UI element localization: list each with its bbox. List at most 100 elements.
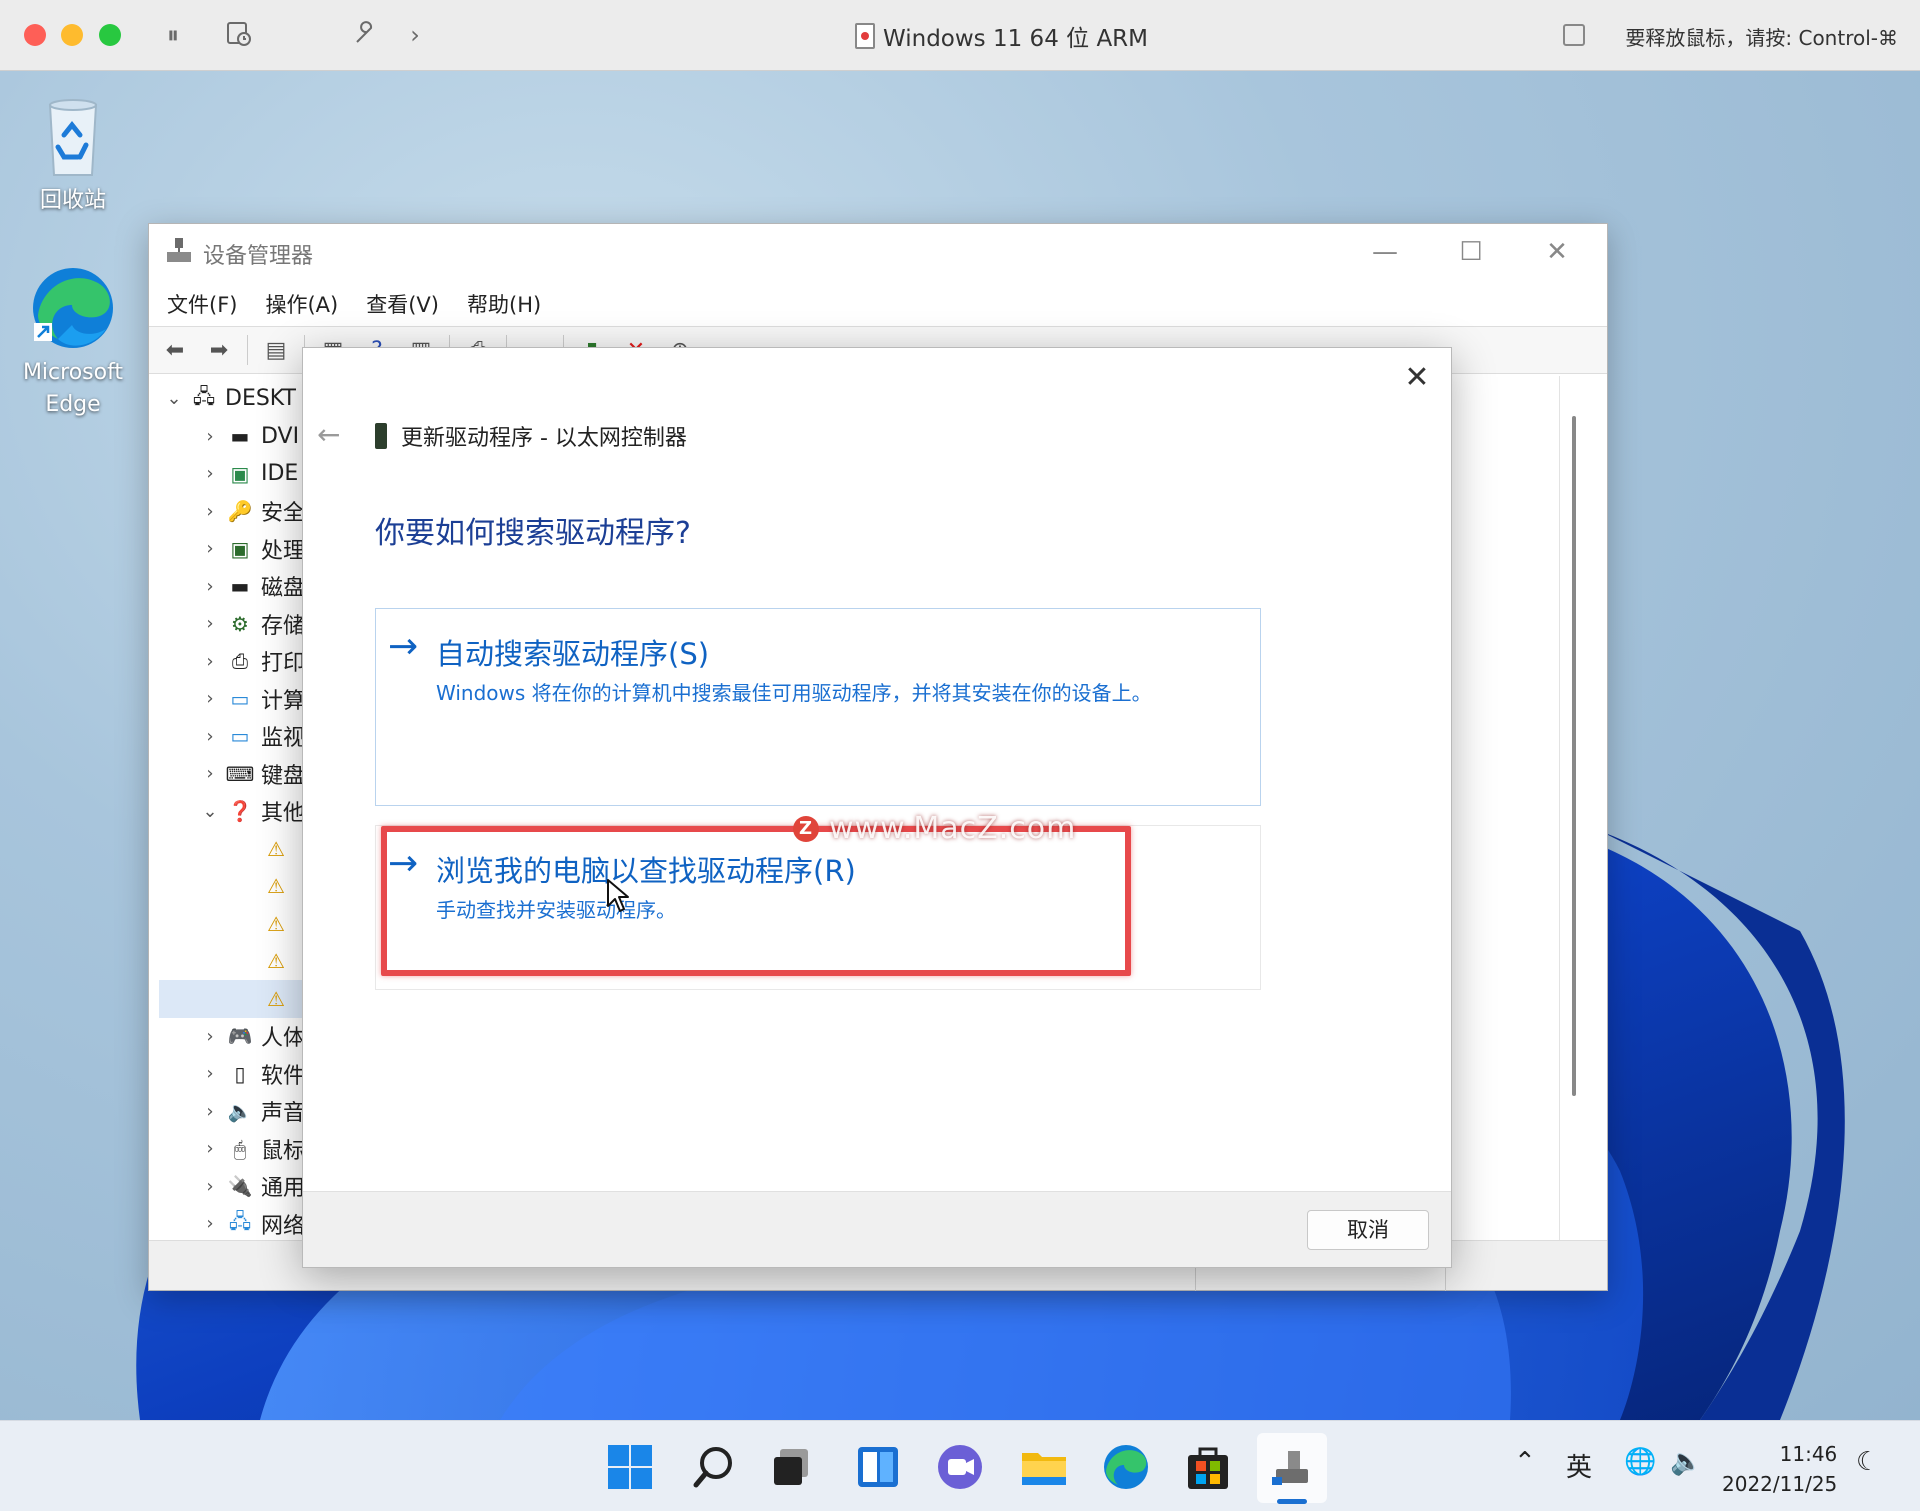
search-icon[interactable] xyxy=(688,1441,740,1493)
tree-label: 其他 xyxy=(261,801,306,827)
show-hidden-icons-chevron-up-icon[interactable]: ⌃ xyxy=(1514,1447,1536,1477)
zoom-window-button[interactable] xyxy=(99,24,121,46)
highlight-box xyxy=(381,826,1131,976)
snapshot-icon[interactable] xyxy=(224,20,254,50)
tree-label: 安全 xyxy=(261,501,306,527)
vertical-scrollbar[interactable] xyxy=(1559,376,1587,1240)
properties-icon[interactable]: ▤ xyxy=(260,335,292,365)
clock-date: 2022/11/25 xyxy=(1722,1472,1838,1496)
warning-device-icon: ⚠ xyxy=(267,911,285,936)
dialog-header-text: 更新驱动程序 - 以太网控制器 xyxy=(401,426,687,451)
widgets-icon[interactable] xyxy=(852,1441,904,1493)
keyboard-icon: ⌨ xyxy=(225,761,255,786)
chevron-right-icon[interactable]: › xyxy=(195,538,225,559)
software-device-icon: ▯ xyxy=(234,1061,246,1086)
recycle-bin-desktop-icon[interactable]: 回收站 xyxy=(8,91,138,217)
file-explorer-icon[interactable] xyxy=(1018,1441,1070,1493)
recycle-bin-icon xyxy=(28,91,118,181)
tree-label: 磁盘 xyxy=(261,576,306,602)
tree-label: 声音 xyxy=(261,1101,306,1127)
update-driver-dialog: ✕ ← 更新驱动程序 - 以太网控制器 你要如何搜索驱动程序? → 自动搜索驱动… xyxy=(302,347,1452,1268)
mouse-cursor-icon xyxy=(607,879,629,912)
scrollbar-thumb[interactable] xyxy=(1572,416,1576,1096)
mouse-icon: 🖱 xyxy=(234,1136,246,1161)
chevron-right-icon[interactable]: › xyxy=(195,763,225,784)
back-arrow-icon[interactable]: ⬅ xyxy=(159,335,191,365)
chevron-right-icon[interactable]: › xyxy=(195,1176,225,1197)
back-arrow-icon[interactable]: ← xyxy=(317,418,340,451)
tree-label: DESKT xyxy=(225,386,296,412)
pause-icon[interactable]: ⏸ xyxy=(158,20,188,50)
close-icon[interactable]: ✕ xyxy=(1527,234,1587,270)
chevron-right-icon[interactable]: › xyxy=(195,613,225,634)
active-app-indicator xyxy=(1277,1499,1307,1504)
store-icon[interactable] xyxy=(1182,1441,1234,1493)
wrench-icon[interactable] xyxy=(350,20,380,50)
menu-file[interactable]: 文件(F) xyxy=(167,289,237,319)
forward-arrow-icon[interactable]: ➡ xyxy=(203,335,235,365)
tree-label: 存储 xyxy=(261,613,306,639)
minimize-window-button[interactable] xyxy=(61,24,83,46)
menu-bar: 文件(F) 操作(A) 查看(V) 帮助(H) xyxy=(149,282,1607,326)
warning-device-icon: ⚠ xyxy=(267,949,285,974)
clock[interactable]: 11:46 2022/11/25 xyxy=(1722,1439,1837,1499)
menu-help[interactable]: 帮助(H) xyxy=(467,289,541,319)
chevron-down-icon[interactable]: ⌄ xyxy=(159,388,189,409)
tree-label: 通用 xyxy=(261,1176,306,1202)
chevron-right-icon[interactable]: › xyxy=(195,426,225,447)
volume-icon[interactable]: 🔈 xyxy=(1670,1447,1702,1477)
close-icon[interactable]: ✕ xyxy=(1397,358,1437,398)
tree-label: 软件 xyxy=(261,1063,306,1089)
start-icon[interactable] xyxy=(604,1441,656,1493)
chevron-right-icon[interactable]: › xyxy=(195,651,225,672)
option-description: Windows 将在你的计算机中搜索最佳可用驱动程序，并将其安装在你的设备上。 xyxy=(436,681,1152,705)
watermark-badge: Z xyxy=(793,815,819,842)
chevron-right-icon[interactable]: › xyxy=(195,1063,225,1084)
edge-desktop-icon[interactable]: Microsoft Edge xyxy=(8,263,138,421)
storage-controller-icon: ⚙ xyxy=(231,611,249,636)
tree-label: 网络 xyxy=(261,1213,306,1239)
watermark: Z www.MacZ.com xyxy=(793,811,1076,846)
tree-label: 人体 xyxy=(261,1026,306,1052)
chevron-down-icon[interactable]: ⌄ xyxy=(195,801,225,822)
network-card-icon xyxy=(375,423,387,449)
menu-view[interactable]: 查看(V) xyxy=(366,289,439,319)
teams-chat-icon[interactable] xyxy=(934,1441,986,1493)
dialog-footer: 取消 xyxy=(303,1191,1451,1267)
hid-icon: 🎮 xyxy=(227,1024,253,1049)
task-view-icon[interactable] xyxy=(766,1441,818,1493)
chevron-right-icon[interactable]: › xyxy=(195,1026,225,1047)
maximize-icon[interactable]: ☐ xyxy=(1441,234,1501,270)
copy-icon[interactable] xyxy=(1563,24,1585,46)
chevron-right-icon[interactable]: › xyxy=(195,726,225,747)
tree-label: DVI xyxy=(261,423,300,449)
input-method-indicator[interactable]: 英 xyxy=(1566,1447,1592,1484)
menu-action[interactable]: 操作(A) xyxy=(265,289,338,319)
tree-label: 监视 xyxy=(261,726,306,752)
chevron-right-icon[interactable]: › xyxy=(195,463,225,484)
minimize-icon[interactable]: — xyxy=(1355,234,1415,270)
chevron-right-icon[interactable]: › xyxy=(195,501,225,522)
cancel-button[interactable]: 取消 xyxy=(1307,1210,1429,1250)
chevron-right-icon[interactable]: › xyxy=(195,1138,225,1159)
host-title-bar: ⏸ › Windows 11 64 位 ARM 要释放鼠标，请按: Contro… xyxy=(0,0,1920,71)
edge-label-line2: Edge xyxy=(45,392,101,417)
dvd-drive-icon: ▬ xyxy=(230,424,250,449)
ide-controller-icon: ▣ xyxy=(230,461,250,486)
taskbar: ⌃ 英 🌐 🔈 11:46 2022/11/25 ☾ xyxy=(0,1420,1920,1511)
close-window-button[interactable] xyxy=(24,24,46,46)
network-globe-icon[interactable]: 🌐 xyxy=(1624,1447,1656,1477)
chevron-right-icon[interactable]: › xyxy=(400,20,430,50)
search-automatically-option[interactable]: → 自动搜索驱动程序(S) Windows 将在你的计算机中搜索最佳可用驱动程序… xyxy=(375,608,1261,806)
chevron-right-icon[interactable]: › xyxy=(195,1213,225,1234)
security-key-icon: 🔑 xyxy=(227,499,253,524)
tree-label: 处理 xyxy=(261,538,306,564)
other-devices-icon: ❓ xyxy=(227,799,253,824)
focus-assist-moon-icon[interactable]: ☾ xyxy=(1856,1447,1879,1477)
device-manager-taskbar-icon[interactable] xyxy=(1266,1441,1318,1493)
toolbar-separator xyxy=(247,335,248,365)
edge-icon[interactable] xyxy=(1100,1441,1152,1493)
chevron-right-icon[interactable]: › xyxy=(195,576,225,597)
chevron-right-icon[interactable]: › xyxy=(195,1101,225,1122)
chevron-right-icon[interactable]: › xyxy=(195,688,225,709)
